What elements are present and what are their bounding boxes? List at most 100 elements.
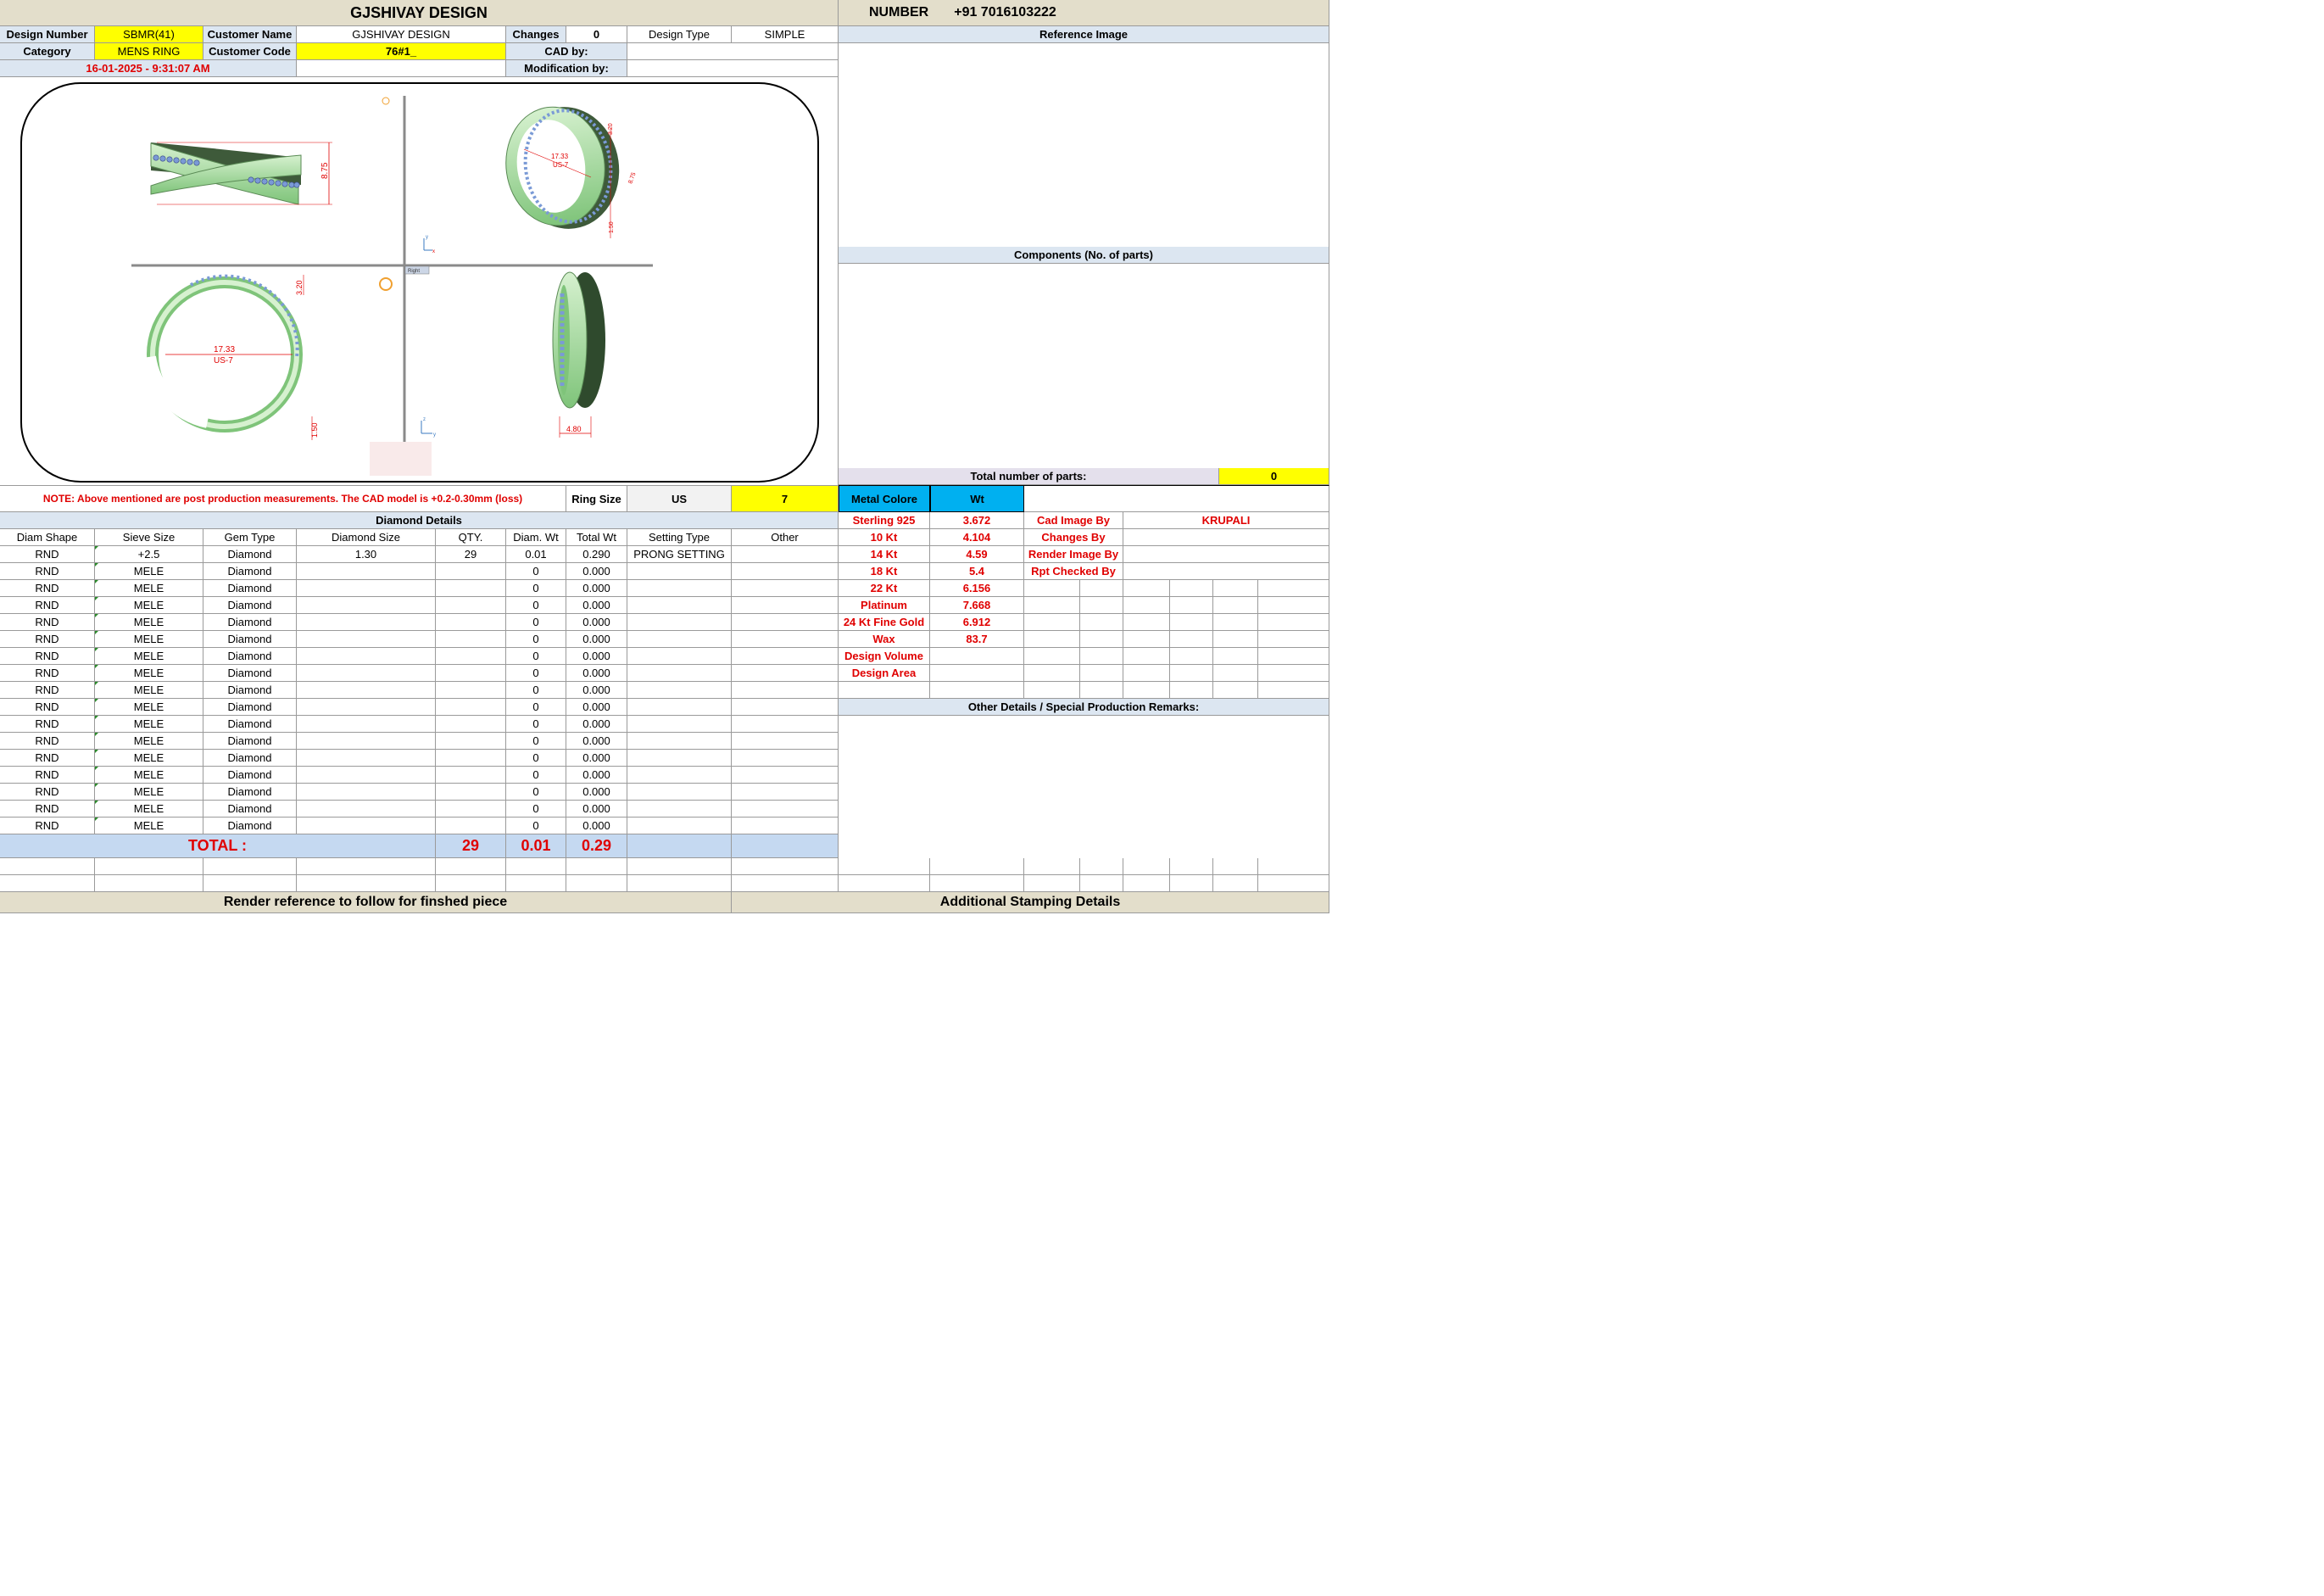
table-cell[interactable] [297,716,436,733]
table-cell[interactable] [732,750,839,767]
table-cell[interactable]: RND [0,614,95,631]
table-cell[interactable]: 0 [506,716,566,733]
blank-cell[interactable] [1024,875,1080,892]
table-cell[interactable] [297,614,436,631]
table-cell[interactable]: 0.000 [566,733,627,750]
blank-cell[interactable] [732,858,839,875]
table-cell[interactable]: 0.000 [566,699,627,716]
table-cell[interactable] [436,733,506,750]
table-cell[interactable]: 0 [506,597,566,614]
grid-cell[interactable] [1080,631,1123,648]
table-cell[interactable]: 0.01 [506,546,566,563]
table-cell[interactable]: MELE [95,733,203,750]
customer-code-value[interactable]: 76#1_ [297,43,506,60]
metal-weight[interactable]: 3.672 [930,512,1024,529]
blank-cell[interactable] [930,875,1024,892]
table-cell[interactable]: RND [0,580,95,597]
table-cell[interactable]: Diamond [203,665,297,682]
table-cell[interactable]: MELE [95,580,203,597]
blank-cell[interactable] [1123,875,1170,892]
table-cell[interactable] [627,818,732,834]
table-cell[interactable]: 0.000 [566,665,627,682]
grid-cell[interactable] [1258,665,1329,682]
grid-cell[interactable] [1170,648,1213,665]
grid-cell[interactable] [1123,631,1170,648]
blank-cell[interactable] [297,858,436,875]
table-cell[interactable]: RND [0,546,95,563]
blank-cell[interactable] [1123,858,1170,875]
table-cell[interactable]: 0.000 [566,648,627,665]
table-cell[interactable] [627,580,732,597]
grid-cell[interactable] [1080,597,1123,614]
table-cell[interactable] [297,750,436,767]
grid-cell[interactable] [1123,665,1170,682]
table-cell[interactable]: 0.000 [566,682,627,699]
blank-cell[interactable] [1170,858,1213,875]
table-cell[interactable]: Diamond [203,818,297,834]
metal-weight[interactable]: 5.4 [930,563,1024,580]
table-cell[interactable]: 0.000 [566,563,627,580]
table-cell[interactable]: Diamond [203,716,297,733]
table-cell[interactable]: 0.000 [566,580,627,597]
table-cell[interactable] [627,767,732,784]
table-cell[interactable]: RND [0,733,95,750]
grid-cell[interactable] [1170,682,1213,699]
table-cell[interactable] [627,631,732,648]
table-cell[interactable] [627,801,732,818]
grid-cell[interactable] [1213,631,1258,648]
blank-cell[interactable] [732,875,839,892]
credit-value[interactable]: KRUPALI [1123,512,1329,529]
table-cell[interactable] [732,597,839,614]
blank-cell[interactable] [0,875,95,892]
table-cell[interactable] [732,801,839,818]
table-cell[interactable] [436,597,506,614]
table-cell[interactable]: 0 [506,563,566,580]
table-cell[interactable] [732,563,839,580]
grid-cell[interactable] [1123,682,1170,699]
table-cell[interactable]: Diamond [203,597,297,614]
table-cell[interactable]: Diamond [203,631,297,648]
grid-cell[interactable] [1080,614,1123,631]
table-cell[interactable] [732,546,839,563]
blank-cell[interactable] [0,858,95,875]
table-cell[interactable]: PRONG SETTING [627,546,732,563]
table-cell[interactable]: 0.000 [566,750,627,767]
table-cell[interactable]: RND [0,767,95,784]
table-cell[interactable]: RND [0,648,95,665]
table-cell[interactable]: 0 [506,818,566,834]
table-cell[interactable]: Diamond [203,546,297,563]
table-cell[interactable]: 0 [506,750,566,767]
ring-size-value[interactable]: 7 [732,485,839,512]
table-cell[interactable]: 0.000 [566,614,627,631]
table-cell[interactable]: Diamond [203,648,297,665]
table-cell[interactable]: 0.000 [566,716,627,733]
table-cell[interactable]: 0 [506,784,566,801]
blank-cell[interactable] [1170,875,1213,892]
grid-cell[interactable] [1213,580,1258,597]
table-cell[interactable]: MELE [95,699,203,716]
modification-by-value[interactable] [627,60,839,77]
table-cell[interactable]: Diamond [203,563,297,580]
table-cell[interactable] [627,733,732,750]
table-cell[interactable] [732,733,839,750]
table-cell[interactable]: 0.290 [566,546,627,563]
table-cell[interactable]: Diamond [203,699,297,716]
table-cell[interactable] [297,648,436,665]
table-cell[interactable]: Diamond [203,682,297,699]
table-cell[interactable]: 1.30 [297,546,436,563]
table-cell[interactable] [627,699,732,716]
table-cell[interactable]: 0 [506,614,566,631]
blank-cell[interactable] [506,858,566,875]
credit-value[interactable] [1123,546,1329,563]
table-cell[interactable]: 0.000 [566,784,627,801]
table-cell[interactable]: MELE [95,648,203,665]
table-cell[interactable]: 0.000 [566,597,627,614]
table-cell[interactable] [297,597,436,614]
table-cell[interactable]: MELE [95,597,203,614]
table-cell[interactable] [436,665,506,682]
grid-cell[interactable] [1258,580,1329,597]
credit-value[interactable] [1123,529,1329,546]
blank-cell[interactable] [436,875,506,892]
table-cell[interactable] [436,818,506,834]
table-cell[interactable] [732,614,839,631]
